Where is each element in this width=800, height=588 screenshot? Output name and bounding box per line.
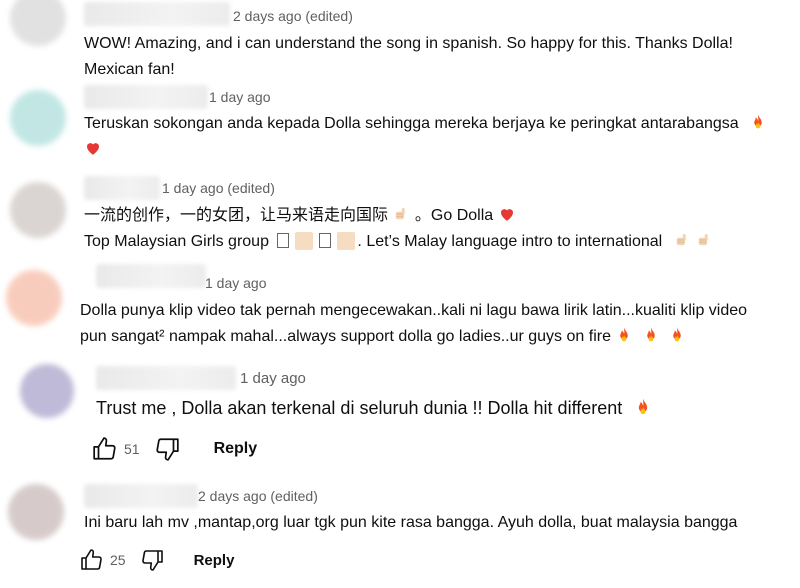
reply-button[interactable]: Reply (194, 552, 235, 569)
comment-timestamp[interactable]: 2 days ago (edited) (233, 8, 353, 24)
comment-actions: 25 Reply (80, 548, 234, 572)
comment-2: 1 day ago Teruskan sokongan anda kepada … (0, 80, 800, 172)
thumb-up-icon (80, 548, 104, 572)
reply-button[interactable]: Reply (214, 440, 258, 458)
thumb-down-icon (140, 548, 164, 572)
comment-6: 2 days ago (edited) Ini baru lah mv ,man… (0, 480, 800, 588)
comment-3: 1 day ago (edited) 一流的创作，一的女团，让马来语走向国际 。… (0, 172, 800, 262)
like-count: 25 (110, 552, 126, 568)
comment-text-line: 一流的创作，一的女团，让马来语走向国际 (84, 207, 389, 224)
missing-glyph-icon (277, 233, 290, 248)
comment-timestamp[interactable]: 1 day ago (209, 89, 271, 105)
comment-timestamp[interactable]: 1 day ago (240, 370, 306, 387)
avatar[interactable] (10, 0, 66, 46)
comment-4: 1 day ago Dolla punya klip video tak per… (0, 262, 800, 356)
comment-text: Dolla punya klip video tak pernah mengec… (80, 298, 747, 350)
author-name[interactable] (84, 85, 208, 109)
heart-emoji-icon (498, 205, 516, 223)
comment-actions: 51 Reply (92, 436, 257, 462)
dislike-button[interactable] (154, 436, 180, 462)
author-name[interactable] (96, 264, 206, 288)
thumb-up-icon (92, 436, 118, 462)
avatar[interactable] (20, 364, 74, 418)
fire-emoji-icon (615, 326, 633, 344)
comment-1: 2 days ago (edited) WOW! Amazing, and i … (0, 0, 800, 80)
like-button[interactable] (92, 436, 118, 462)
comment-text-line: Teruskan sokongan anda kepada Dolla sehi… (84, 115, 739, 132)
comment-text: Ini baru lah mv ,mantap,org luar tgk pun… (84, 510, 737, 536)
comment-text: 一流的创作，一的女团，让马来语走向国际 。Go Dolla Top Malays… (84, 203, 713, 255)
skin-tone-icon (337, 232, 356, 250)
missing-glyph-icon (319, 233, 332, 248)
comment-text-line: Trust me , Dolla akan terkenal di seluru… (96, 398, 623, 418)
author-name[interactable] (96, 366, 236, 390)
fire-emoji-icon (642, 326, 660, 344)
fire-emoji-icon (749, 113, 767, 131)
thumbs-up-emoji-icon (695, 231, 713, 249)
comment-text-line: Ini baru lah mv ,mantap,org luar tgk pun… (84, 514, 738, 531)
avatar[interactable] (8, 484, 64, 540)
skin-tone-icon (295, 232, 314, 250)
comment-timestamp[interactable]: 1 day ago (205, 275, 267, 291)
fire-emoji-icon (633, 397, 653, 417)
dislike-button[interactable] (140, 548, 164, 572)
heart-emoji-icon (84, 139, 102, 157)
thumb-down-icon (154, 436, 180, 462)
comment-text: WOW! Amazing, and i can understand the s… (84, 31, 733, 83)
like-button[interactable] (80, 548, 104, 572)
comment-5: 1 day ago Trust me , Dolla akan terkenal… (0, 356, 800, 480)
comment-text-part: 。Go Dolla (414, 207, 494, 224)
fire-emoji-icon (668, 326, 686, 344)
author-name[interactable] (84, 484, 198, 508)
comment-text-part: . Let’s Malay language intro to internat… (357, 233, 663, 250)
thumbs-up-emoji-icon (673, 231, 691, 249)
comment-text: Trust me , Dolla akan terkenal di seluru… (96, 395, 653, 421)
thumbs-up-emoji-icon (392, 205, 410, 223)
avatar[interactable] (6, 270, 62, 326)
like-count: 51 (124, 441, 140, 457)
comment-text-line: pun sangat² nampak mahal...always suppor… (80, 328, 611, 345)
avatar[interactable] (10, 182, 66, 238)
author-name[interactable] (84, 176, 160, 200)
author-name[interactable] (84, 2, 230, 26)
comment-text: Teruskan sokongan anda kepada Dolla sehi… (84, 111, 767, 163)
comment-text-line: WOW! Amazing, and i can understand the s… (84, 35, 733, 52)
comment-timestamp[interactable]: 2 days ago (edited) (198, 488, 318, 504)
comment-text-line: Dolla punya klip video tak pernah mengec… (80, 302, 748, 319)
avatar[interactable] (10, 90, 66, 146)
comment-text-line: Top Malaysian Girls group (84, 233, 269, 250)
comment-timestamp[interactable]: 1 day ago (edited) (162, 180, 275, 196)
